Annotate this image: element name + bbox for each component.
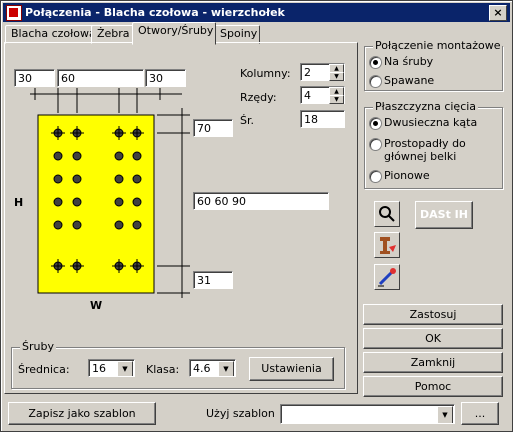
pencil-tool-button[interactable]	[374, 264, 400, 290]
apply-button[interactable]: Zastosuj	[363, 304, 503, 325]
spacing-mid-field[interactable]: 60 60 90	[193, 192, 329, 210]
pencil-icon	[378, 268, 396, 287]
plate-diagram	[30, 88, 190, 298]
zoom-button[interactable]	[374, 201, 400, 227]
chevron-down-icon[interactable]: ▼	[437, 406, 453, 423]
mounting-group-title: Połączenie montażowe	[373, 39, 503, 52]
class-label: Klasa:	[146, 363, 180, 376]
spacing-right-field[interactable]: 30	[145, 69, 186, 87]
rzedy-spinner[interactable]: ▲ ▼	[329, 87, 344, 105]
cut-plane-group: Płaszczyzna cięcia Dwusieczna kąta Prost…	[364, 100, 503, 189]
tab-otwory-sruby[interactable]: Otwory/Śruby	[132, 22, 216, 45]
cut-plane-group-title: Płaszczyzna cięcia	[373, 100, 479, 113]
ok-button[interactable]: OK	[363, 328, 503, 349]
dast-button[interactable]: DASt IH	[415, 201, 473, 229]
dim-w-label: W	[90, 299, 103, 312]
settings-button[interactable]: Ustawienia	[249, 357, 334, 381]
use-template-label: Użyj szablon	[206, 407, 275, 420]
chevron-down-icon[interactable]: ▼	[117, 361, 133, 376]
mounting-bolted-label: Na śruby	[384, 55, 434, 68]
mounting-welded-label: Spawane	[384, 74, 435, 87]
sr-label: Śr.	[240, 114, 254, 127]
save-template-button[interactable]: Zapisz jako szablon	[8, 402, 156, 425]
spacing-top-field[interactable]: 70	[193, 119, 233, 137]
bolts-group-title: Śruby	[20, 340, 56, 353]
window-title: Połączenia - Blacha czołowa - wierzchołe…	[25, 6, 285, 19]
close-button[interactable]: Zamknij	[363, 352, 503, 373]
spacing-bottom-field[interactable]: 31	[193, 271, 233, 289]
close-window-button[interactable]: ×	[489, 5, 507, 21]
template-select[interactable]: ▼	[280, 404, 455, 424]
chevron-down-icon[interactable]: ▼	[218, 361, 234, 376]
kolumny-label: Kolumny:	[240, 67, 291, 80]
mounting-group: Połączenie montażowe Na śruby Spawane	[364, 39, 503, 91]
kolumny-spinner[interactable]: ▲ ▼	[329, 64, 344, 82]
rzedy-label: Rzędy:	[240, 91, 277, 104]
profile-icon	[380, 237, 396, 254]
browse-button[interactable]: ...	[461, 402, 499, 425]
sr-field[interactable]: 18	[300, 110, 345, 128]
help-button[interactable]: Pomoc	[363, 376, 503, 397]
mounting-bolted-radio[interactable]	[369, 56, 382, 69]
class-select[interactable]: 4.6 ▼	[189, 359, 236, 377]
cut-bisector-radio[interactable]	[369, 117, 382, 130]
cut-perpendicular-radio[interactable]	[369, 138, 382, 151]
dim-h-label: H	[14, 196, 24, 209]
spacing-left-field[interactable]: 30	[14, 69, 55, 87]
magnifier-icon	[379, 206, 395, 222]
spacing-middle-field[interactable]: 60	[57, 69, 144, 87]
title-bar: Połączenia - Blacha czołowa - wierzchołe…	[3, 3, 510, 22]
tab-panel: 30 60 30 H W 70 60 60 90 31 Kolumny: 2 ▲…	[4, 42, 358, 394]
diameter-label: Średnica:	[18, 363, 70, 376]
cut-vertical-radio[interactable]	[369, 170, 382, 183]
diameter-select[interactable]: 16 ▼	[88, 359, 135, 377]
cut-vertical-label: Pionowe	[384, 169, 430, 182]
profile-tool-button[interactable]	[374, 232, 400, 258]
cut-perpendicular-label: Prostopadły do głównej belki	[384, 137, 466, 163]
mounting-welded-radio[interactable]	[369, 75, 382, 88]
dialog-window: Połączenia - Blacha czołowa - wierzchołe…	[0, 0, 513, 432]
cut-bisector-label: Dwusieczna kąta	[384, 116, 478, 129]
app-icon	[6, 5, 22, 21]
bolts-group: Śruby Średnica: 16 ▼ Klasa: 4.6 ▼ Ustawi…	[11, 340, 345, 389]
